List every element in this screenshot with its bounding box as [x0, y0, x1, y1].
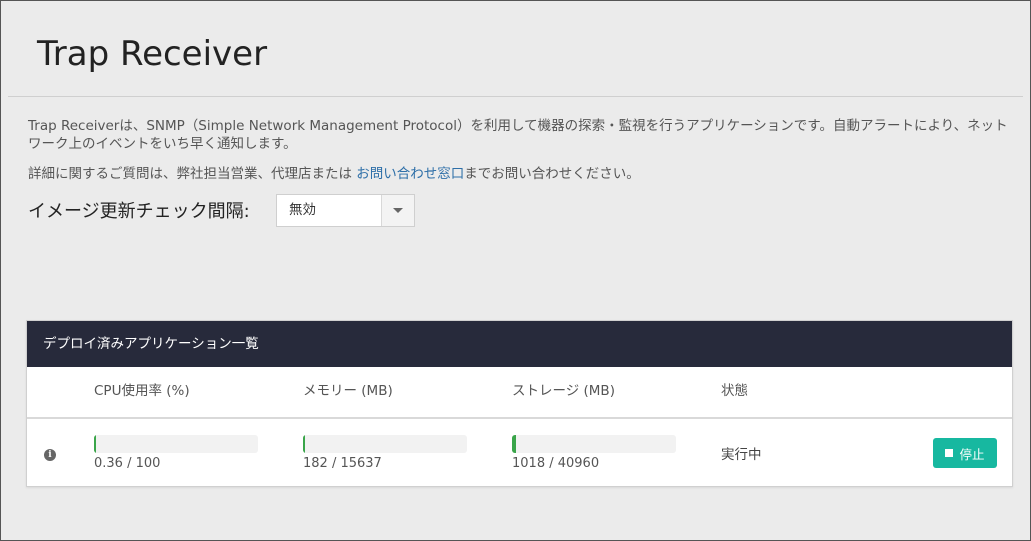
column-storage: ストレージ (MB) [512, 383, 615, 399]
column-status: 状態 [721, 383, 748, 399]
contact-text: 詳細に関するご質問は、弊社担当営業、代理店または お問い合わせ窓口までお問い合わ… [28, 165, 1013, 183]
cpu-value: 0.36 / 100 [94, 456, 161, 471]
memory-meter: 182 / 15637 [303, 435, 468, 472]
deployed-apps-panel: デプロイ済みアプリケーション一覧 CPU使用率 (%) メモリー (MB) スト… [26, 320, 1013, 487]
storage-meter: 1018 / 40960 [512, 435, 677, 472]
table-header: CPU使用率 (%) メモリー (MB) ストレージ (MB) 状態 [27, 367, 1012, 419]
storage-value: 1018 / 40960 [512, 456, 600, 471]
memory-bar-fill [303, 435, 305, 453]
cpu-meter: 0.36 / 100 [94, 435, 259, 472]
page-title: Trap Receiver [37, 34, 268, 74]
cpu-bar [94, 435, 258, 453]
table-row: i 0.36 / 100 182 / 15637 1018 / 40960 実行… [27, 419, 1012, 488]
contact-prefix: 詳細に関するご質問は、弊社担当営業、代理店または [28, 166, 357, 182]
title-divider [8, 96, 1023, 97]
app-description: Trap Receiverは、SNMP（Simple Network Manag… [28, 118, 1008, 152]
memory-value: 182 / 15637 [303, 456, 382, 471]
stop-button[interactable]: 停止 [933, 438, 997, 468]
storage-bar-fill [512, 435, 517, 453]
cpu-bar-fill [94, 435, 96, 453]
stop-icon [945, 449, 954, 457]
memory-bar [303, 435, 467, 453]
dropdown-toggle[interactable] [381, 195, 414, 226]
status-text: 実行中 [721, 447, 762, 463]
column-cpu: CPU使用率 (%) [94, 383, 190, 399]
image-check-interval-value: 無効 [289, 202, 316, 218]
column-memory: メモリー (MB) [303, 383, 393, 399]
image-check-interval-select[interactable]: 無効 [276, 194, 415, 227]
contact-link[interactable]: お問い合わせ窓口 [356, 166, 464, 182]
stop-button-label: 停止 [959, 446, 985, 462]
panel-header: デプロイ済みアプリケーション一覧 [27, 321, 1012, 367]
image-check-interval-label: イメージ更新チェック間隔: [28, 201, 250, 222]
contact-suffix: までお問い合わせください。 [464, 166, 640, 182]
caret-down-icon [393, 208, 403, 213]
storage-bar [512, 435, 676, 453]
info-icon[interactable]: i [44, 449, 56, 461]
